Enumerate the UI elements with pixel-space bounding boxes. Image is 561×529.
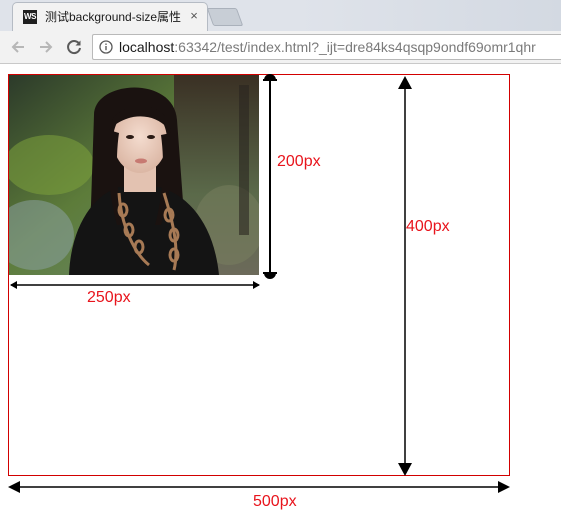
new-tab-button[interactable]: [206, 8, 244, 26]
dimension-arrows: [8, 74, 510, 493]
url-host: localhost: [119, 39, 175, 55]
box-height-arrow: [398, 76, 412, 476]
forward-arrow-icon[interactable]: [36, 37, 56, 57]
info-icon[interactable]: [99, 40, 113, 54]
tab-title: 测试background-size属性: [45, 10, 181, 24]
back-arrow-icon[interactable]: [8, 37, 28, 57]
webstorm-favicon-icon: WS: [23, 10, 37, 24]
image-height-label: 200px: [277, 153, 321, 170]
image-height-arrow: [263, 74, 277, 279]
tab-close-icon[interactable]: ×: [187, 9, 201, 23]
box-width-arrow: [8, 481, 510, 493]
page-content: 200px 250px 400px 500px: [0, 64, 561, 529]
tab-strip-background: [300, 0, 561, 31]
browser-toolbar: localhost:63342/test/index.html?_ijt=dre…: [0, 31, 561, 64]
tab-strip: WS 测试background-size属性 ×: [0, 0, 561, 31]
address-bar[interactable]: localhost:63342/test/index.html?_ijt=dre…: [92, 34, 561, 60]
url-text: localhost:63342/test/index.html?_ijt=dre…: [119, 39, 536, 55]
tab-active[interactable]: WS 测试background-size属性 ×: [12, 2, 208, 31]
reload-icon[interactable]: [64, 37, 84, 57]
url-path: :63342/test/index.html?_ijt=dre84ks4qsqp…: [174, 39, 536, 55]
image-width-arrow: [10, 281, 260, 289]
image-width-label: 250px: [87, 289, 131, 306]
box-width-label: 500px: [253, 493, 297, 510]
box-height-label: 400px: [406, 218, 450, 235]
